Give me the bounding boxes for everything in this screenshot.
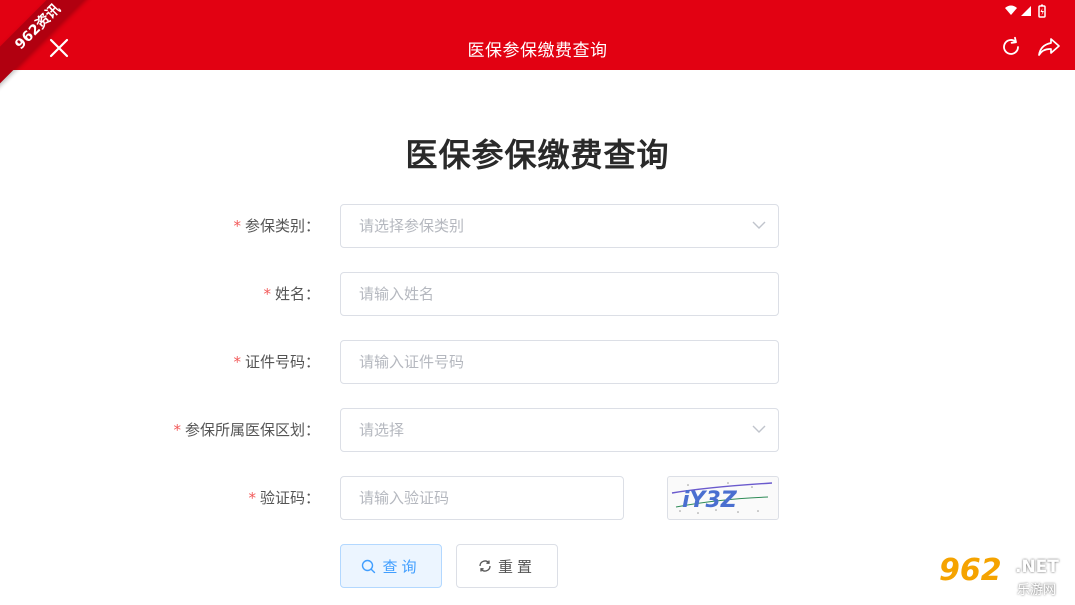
insured-category-select[interactable]	[340, 204, 779, 248]
required-mark: *	[248, 489, 256, 507]
id-number-field[interactable]	[340, 340, 779, 384]
reset-button[interactable]: 重置	[456, 544, 558, 588]
field-label: * 姓名：	[263, 272, 320, 316]
required-mark: *	[233, 353, 241, 371]
share-icon[interactable]	[1037, 36, 1061, 58]
watermark-logo: 962	[939, 553, 1002, 588]
field-label-text: 证件号码：	[244, 353, 320, 371]
reset-button-label: 重置	[497, 557, 536, 576]
search-icon	[362, 559, 376, 573]
required-mark: *	[173, 421, 181, 439]
refresh-icon[interactable]	[1000, 36, 1022, 58]
refresh-icon	[479, 560, 491, 572]
name-input[interactable]	[359, 273, 739, 315]
page-title: 医保参保缴费查询	[405, 136, 670, 174]
query-button-label: 查询	[382, 557, 421, 576]
field-label-text: 参保所属医保区划：	[184, 421, 320, 439]
field-label-text: 参保类别：	[244, 217, 320, 235]
insured-category-input[interactable]	[359, 205, 739, 247]
captcha-field[interactable]	[340, 476, 624, 520]
chevron-down-icon	[752, 221, 766, 229]
form-row-captcha: *验证码： iY3Z	[0, 476, 1075, 520]
region-select[interactable]	[340, 408, 779, 452]
form-row-region: * 参保所属医保区划：	[0, 408, 1075, 452]
field-label-text: 验证码：	[259, 489, 320, 507]
header-title: 医保参保缴费查询	[467, 41, 608, 61]
required-mark: *	[263, 285, 271, 303]
field-label: * 证件号码：	[233, 340, 320, 384]
field-label: * 参保所属医保区划：	[173, 408, 320, 452]
status-bar-icons	[1005, 4, 1046, 18]
query-button[interactable]: 查询	[340, 544, 442, 588]
captcha-graphic: iY3Z	[671, 482, 773, 514]
captcha-input[interactable]	[359, 477, 599, 519]
chevron-down-icon	[752, 425, 766, 433]
app-header: 医保参保缴费查询	[0, 0, 1075, 70]
site-watermark: 962 .NET 乐游网	[935, 553, 1070, 599]
required-mark: *	[233, 217, 241, 235]
form-row-name: * 姓名：	[0, 272, 1075, 316]
form-row-insured-category: * 参保类别：	[0, 204, 1075, 248]
watermark-net: .NET	[1015, 557, 1059, 577]
field-label-text: 姓名：	[274, 285, 320, 303]
name-field[interactable]	[340, 272, 779, 316]
captcha-image[interactable]: iY3Z	[667, 476, 779, 520]
captcha-text: iY3Z	[682, 488, 738, 513]
field-label: * 参保类别：	[233, 204, 320, 248]
form-row-id-number: * 证件号码：	[0, 340, 1075, 384]
watermark-sub: 乐游网	[1017, 583, 1057, 598]
region-input[interactable]	[359, 409, 739, 451]
field-label: * 验证码：	[248, 476, 320, 520]
id-number-input[interactable]	[359, 341, 739, 383]
